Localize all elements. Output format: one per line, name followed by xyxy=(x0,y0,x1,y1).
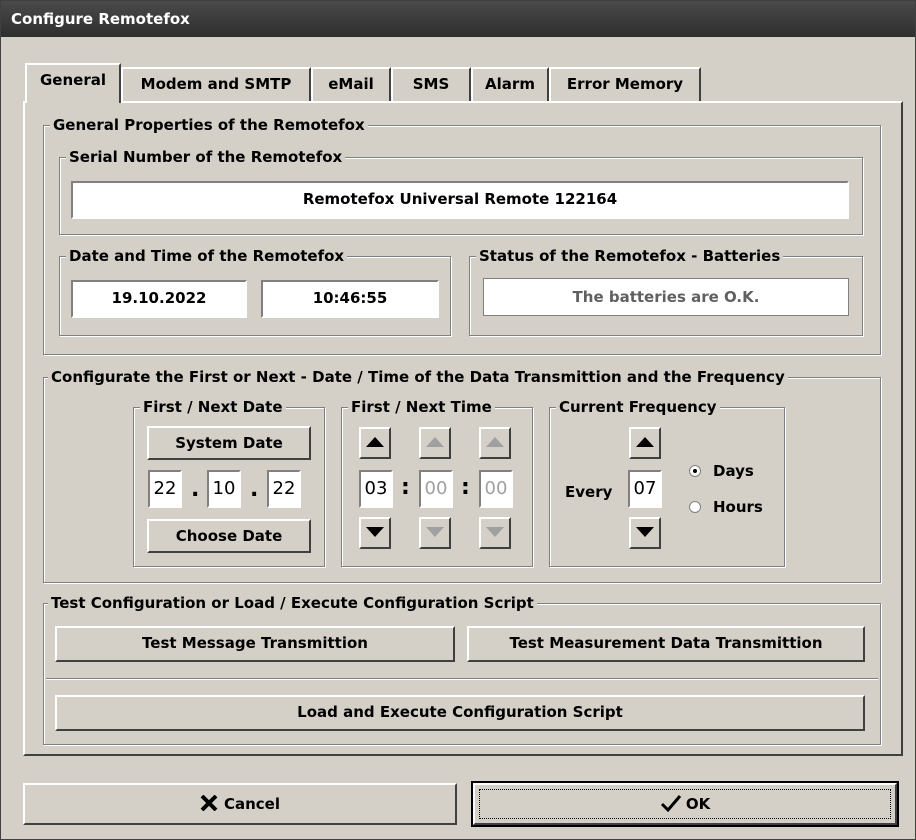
day-input[interactable]: 22 xyxy=(148,470,182,508)
battery-status-field: The batteries are O.K. xyxy=(483,278,849,316)
date-time-legend: Date and Time of the Remotefox xyxy=(66,246,348,266)
minute-up-button[interactable] xyxy=(419,427,451,459)
arrow-up-icon xyxy=(636,437,654,447)
days-radio[interactable] xyxy=(689,465,701,477)
frequency-input[interactable]: 07 xyxy=(628,470,662,508)
load-execute-script-button[interactable]: Load and Execute Configuration Script xyxy=(55,695,865,731)
tab-email[interactable]: eMail xyxy=(311,67,391,101)
hour-up-button[interactable] xyxy=(359,427,391,459)
arrow-up-icon xyxy=(426,437,444,447)
remotefox-date-field[interactable]: 19.10.2022 xyxy=(71,280,247,318)
system-date-button[interactable]: System Date xyxy=(147,426,311,460)
tab-modem-and-smtp[interactable]: Modem and SMTP xyxy=(121,67,311,101)
hours-label[interactable]: Hours xyxy=(713,498,763,516)
configure-remotefox-dialog: Configure Remotefox General Modem and SM… xyxy=(0,0,916,840)
arrow-down-icon xyxy=(366,527,384,537)
remotefox-time-field[interactable]: 10:46:55 xyxy=(261,280,439,318)
cancel-button[interactable]: Cancel xyxy=(23,783,457,825)
choose-date-button[interactable]: Choose Date xyxy=(147,519,311,553)
first-next-date-legend: First / Next Date xyxy=(140,397,286,417)
window-title: Configure Remotefox xyxy=(11,10,190,28)
arrow-down-icon xyxy=(426,527,444,537)
current-frequency-legend: Current Frequency xyxy=(556,397,720,417)
arrow-down-icon xyxy=(636,527,654,537)
time-separator-1: : xyxy=(401,475,410,500)
hour-input[interactable]: 03 xyxy=(359,470,393,508)
test-measurement-data-transmittion-button[interactable]: Test Measurement Data Transmittion xyxy=(467,626,865,662)
second-down-button[interactable] xyxy=(479,517,511,549)
days-label[interactable]: Days xyxy=(713,462,754,480)
first-next-time-legend: First / Next Time xyxy=(348,397,495,417)
test-configuration-legend: Test Configuration or Load / Execute Con… xyxy=(48,593,537,613)
arrow-up-icon xyxy=(486,437,504,447)
frequency-up-button[interactable] xyxy=(629,427,661,459)
arrow-down-icon xyxy=(486,527,504,537)
serial-number-field[interactable]: Remotefox Universal Remote 122164 xyxy=(71,181,849,219)
battery-status-legend: Status of the Remotefox - Batteries xyxy=(476,246,784,266)
tab-sms[interactable]: SMS xyxy=(391,67,471,101)
tab-alarm[interactable]: Alarm xyxy=(471,67,549,101)
test-group-divider xyxy=(46,678,878,680)
date-separator-2: . xyxy=(250,477,259,502)
test-message-transmittion-button[interactable]: Test Message Transmittion xyxy=(55,626,455,662)
month-input[interactable]: 10 xyxy=(207,470,241,508)
general-properties-legend: General Properties of the Remotefox xyxy=(50,115,368,135)
time-separator-2: : xyxy=(461,475,470,500)
minute-down-button[interactable] xyxy=(419,517,451,549)
minute-input[interactable]: 00 xyxy=(419,470,453,508)
year-input[interactable]: 22 xyxy=(267,470,301,508)
second-input[interactable]: 00 xyxy=(479,470,513,508)
tab-error-memory[interactable]: Error Memory xyxy=(549,67,701,101)
hour-down-button[interactable] xyxy=(359,517,391,549)
hours-radio[interactable] xyxy=(689,501,701,513)
arrow-up-icon xyxy=(366,437,384,447)
every-label: Every xyxy=(565,483,613,501)
second-up-button[interactable] xyxy=(479,427,511,459)
ok-button[interactable]: OK xyxy=(471,781,899,827)
frequency-down-button[interactable] xyxy=(629,517,661,549)
title-bar[interactable]: Configure Remotefox xyxy=(1,1,915,37)
tab-general[interactable]: General xyxy=(25,63,121,103)
transmission-legend: Configurate the First or Next - Date / T… xyxy=(48,367,788,387)
date-separator-1: . xyxy=(191,477,200,502)
x-icon xyxy=(200,794,218,812)
serial-number-legend: Serial Number of the Remotefox xyxy=(66,147,346,167)
